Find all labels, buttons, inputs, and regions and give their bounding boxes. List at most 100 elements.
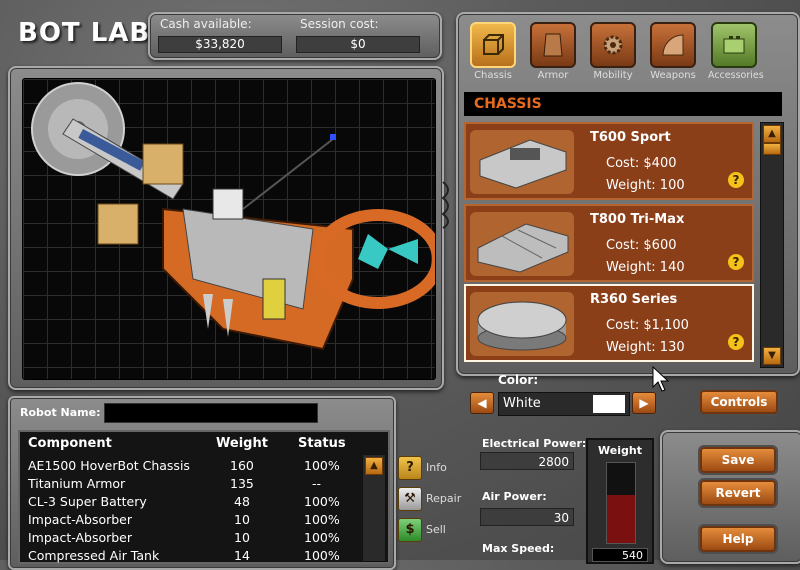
part-cost: Cost: $1,100 xyxy=(606,318,689,333)
component-status: 100% xyxy=(304,512,340,527)
parts-scrollbar[interactable]: ▲ ▼ xyxy=(760,122,784,368)
revert-button[interactable]: Revert xyxy=(700,480,776,506)
tab-weapons-label: Weapons xyxy=(650,70,696,81)
component-weight: 135 xyxy=(230,476,254,491)
mouse-cursor-icon xyxy=(652,365,670,396)
table-row[interactable]: Impact-Absorber xyxy=(28,512,132,527)
electrical-power-label: Electrical Power: xyxy=(482,437,587,450)
robot-viewport-frame xyxy=(8,66,444,390)
table-row[interactable]: CL-3 Super Battery xyxy=(28,494,147,509)
color-swatch xyxy=(593,395,625,413)
cash-panel: Cash available: $33,820 Session cost: $0 xyxy=(148,12,442,60)
table-row[interactable]: Titanium Armor xyxy=(28,476,125,491)
part-cost: Cost: $600 xyxy=(606,238,677,253)
tab-accessories-label: Accessories xyxy=(708,70,764,81)
app-title: BOT LAB xyxy=(18,18,151,48)
part-weight: Weight: 130 xyxy=(606,340,685,355)
tab-mobility-label: Mobility xyxy=(593,70,633,81)
weight-meter: Weight 540 xyxy=(586,438,654,564)
robot-name-input[interactable] xyxy=(104,403,318,423)
color-prev-button[interactable]: ◀ xyxy=(470,392,494,414)
weight-meter-fill xyxy=(607,495,635,543)
electrical-power-value: 2800 xyxy=(480,452,574,470)
scroll-down-icon[interactable]: ▼ xyxy=(763,347,781,365)
tab-weapons[interactable]: Weapons xyxy=(648,22,698,81)
component-status: 100% xyxy=(304,530,340,545)
table-row[interactable]: Compressed Air Tank xyxy=(28,548,159,563)
tab-accessories[interactable]: Accessories xyxy=(708,22,764,81)
tab-armor[interactable]: Armor xyxy=(528,22,578,81)
component-name: Impact-Absorber xyxy=(28,530,133,545)
tab-chassis[interactable]: Chassis xyxy=(468,22,518,81)
component-status: 100% xyxy=(304,494,340,509)
weight-meter-label: Weight xyxy=(598,444,642,457)
component-name: CL-3 Super Battery xyxy=(28,494,147,509)
component-status: -- xyxy=(312,476,322,491)
component-weight: 48 xyxy=(234,494,250,509)
component-weight: 14 xyxy=(234,548,250,563)
tab-chassis-label: Chassis xyxy=(474,70,512,81)
controls-button[interactable]: Controls xyxy=(700,390,778,414)
components-scrollbar[interactable]: ▲ xyxy=(362,454,386,562)
robot-name-label: Robot Name: xyxy=(20,406,101,419)
component-weight: 10 xyxy=(234,530,250,545)
cash-available-label: Cash available: xyxy=(160,17,252,31)
robot-model-icon xyxy=(31,82,444,351)
info-question-icon[interactable]: ? xyxy=(728,254,744,270)
part-weight: Weight: 100 xyxy=(606,178,685,193)
part-name: T800 Tri-Max xyxy=(590,212,685,227)
component-name: Titanium Armor xyxy=(28,476,126,491)
info-question-icon[interactable]: ? xyxy=(728,334,744,350)
component-status: 100% xyxy=(304,458,340,473)
robot-viewport[interactable] xyxy=(22,78,444,380)
component-weight: 10 xyxy=(234,512,250,527)
max-speed-label: Max Speed: xyxy=(482,542,555,555)
color-label: Color: xyxy=(498,373,539,387)
gear-icon xyxy=(590,22,636,68)
part-weight: Weight: 140 xyxy=(606,260,685,275)
info-question-icon[interactable]: ? xyxy=(728,172,744,188)
scroll-up-icon[interactable]: ▲ xyxy=(763,125,781,143)
part-name: T600 Sport xyxy=(590,130,671,145)
component-status: 100% xyxy=(304,548,340,563)
column-header-status: Status xyxy=(298,436,346,451)
sell-button-label[interactable]: Sell xyxy=(426,523,446,536)
saw-blade-icon xyxy=(650,22,696,68)
dollar-icon[interactable]: $ xyxy=(398,518,422,542)
table-row[interactable]: AE1500 HoverBot Chassis xyxy=(28,458,190,473)
color-value: White xyxy=(503,396,541,411)
component-weight: 160 xyxy=(230,458,254,473)
repair-button-label[interactable]: Repair xyxy=(426,492,461,505)
table-row[interactable]: Impact-Absorber xyxy=(28,530,132,545)
part-cost: Cost: $400 xyxy=(606,156,677,171)
part-item-t600[interactable]: T600 Sport Cost: $400 Weight: 100 ? xyxy=(464,122,754,200)
battery-icon xyxy=(711,22,757,68)
wrench-icon[interactable]: ⚒ xyxy=(398,487,422,511)
air-power-label: Air Power: xyxy=(482,490,547,503)
part-item-t800[interactable]: T800 Tri-Max Cost: $600 Weight: 140 ? xyxy=(464,204,754,282)
info-question-icon[interactable]: ? xyxy=(398,456,422,480)
part-name: R360 Series xyxy=(590,292,678,307)
part-item-r360[interactable]: R360 Series Cost: $1,100 Weight: 130 ? xyxy=(464,284,754,362)
cable-decoration xyxy=(441,180,455,230)
info-button-label[interactable]: Info xyxy=(426,461,447,474)
section-heading: CHASSIS xyxy=(464,92,782,116)
cash-available-value: $33,820 xyxy=(158,36,282,53)
component-name: Impact-Absorber xyxy=(28,512,133,527)
scroll-up-icon[interactable]: ▲ xyxy=(365,457,383,475)
components-table: Component Weight Status AE1500 HoverBot … xyxy=(18,430,390,564)
help-button[interactable]: Help xyxy=(700,526,776,552)
air-power-value: 30 xyxy=(480,508,574,526)
chassis-thumbnail-icon xyxy=(470,212,574,276)
session-cost-label: Session cost: xyxy=(300,17,379,31)
session-cost-value: $0 xyxy=(296,36,420,53)
armor-plate-icon xyxy=(530,22,576,68)
chassis-thumbnail-icon xyxy=(470,292,574,356)
scroll-thumb[interactable] xyxy=(763,143,781,155)
column-header-weight: Weight xyxy=(216,436,268,451)
tab-armor-label: Armor xyxy=(537,70,569,81)
column-header-component: Component xyxy=(28,436,112,451)
color-select[interactable]: White xyxy=(498,392,630,416)
tab-mobility[interactable]: Mobility xyxy=(588,22,638,81)
save-button[interactable]: Save xyxy=(700,447,776,473)
